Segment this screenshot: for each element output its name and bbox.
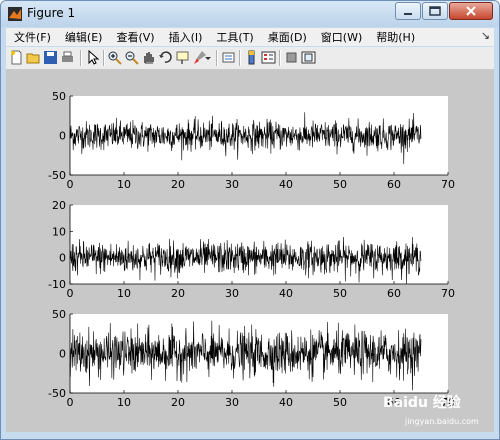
figure-window: Figure 1 文件(F) 编辑(E) 查看(V) 插入(I) 工具(T) 桌… <box>0 0 500 440</box>
data-cursor-icon[interactable] <box>175 50 190 65</box>
zoom-out-icon[interactable] <box>124 50 139 65</box>
link-plot-icon[interactable] <box>221 50 236 65</box>
subplot-2[interactable]: 0 10 20 30 40 50 60 70-1001020 <box>48 199 455 300</box>
insert-colorbar-icon[interactable] <box>244 50 259 65</box>
print-icon[interactable] <box>60 50 75 65</box>
close-icon <box>466 6 476 16</box>
menu-view[interactable]: 查看(V) <box>108 29 160 45</box>
axes-background <box>70 205 448 284</box>
x-tick-label: 40 <box>279 287 293 300</box>
menu-help[interactable]: 帮助(H) <box>368 29 421 45</box>
x-tick-label: 50 <box>333 287 347 300</box>
x-tick-label: 30 <box>225 178 239 191</box>
x-tick-label: 50 <box>333 396 347 409</box>
x-tick-label: 10 <box>117 396 131 409</box>
brush-dropdown-icon[interactable] <box>204 50 212 65</box>
menu-desktop[interactable]: 桌面(D) <box>260 29 313 45</box>
save-icon[interactable] <box>43 50 58 65</box>
menu-window[interactable]: 窗口(W) <box>313 29 368 45</box>
x-tick-label: 40 <box>279 396 293 409</box>
y-tick-label: 0 <box>59 130 66 143</box>
y-tick-label: -50 <box>48 169 66 182</box>
insert-legend-icon[interactable] <box>261 50 276 65</box>
x-tick-label: 40 <box>279 178 293 191</box>
x-tick-label: 20 <box>171 178 185 191</box>
menu-bar: 文件(F) 编辑(E) 查看(V) 插入(I) 工具(T) 桌面(D) 窗口(W… <box>6 28 494 46</box>
x-tick-label: 50 <box>333 178 347 191</box>
x-tick-label: 0 <box>67 287 74 300</box>
menu-file[interactable]: 文件(F) <box>6 29 57 45</box>
open-file-icon[interactable] <box>26 50 41 65</box>
close-button[interactable] <box>449 2 493 20</box>
window-title: Figure 1 <box>27 6 76 20</box>
hide-plot-tools-icon[interactable] <box>284 50 299 65</box>
x-tick-label: 60 <box>387 178 401 191</box>
y-tick-label: -50 <box>48 387 66 400</box>
new-figure-icon[interactable] <box>9 50 24 65</box>
show-plot-tools-icon[interactable] <box>301 50 316 65</box>
subplot-1[interactable]: 0 10 20 30 40 50 60 70-50050 <box>48 90 455 191</box>
toolbar-separator <box>216 50 218 66</box>
maximize-icon <box>429 6 441 16</box>
y-tick-label: 20 <box>52 199 66 212</box>
x-tick-label: 20 <box>171 396 185 409</box>
title-bar[interactable]: Figure 1 <box>1 1 499 27</box>
menu-edit[interactable]: 编辑(E) <box>57 29 109 45</box>
plots-svg[interactable]: 0 10 20 30 40 50 60 70-500500 10 20 30 40 50 60 70-100… <box>6 70 494 432</box>
matlab-app-icon <box>8 7 22 21</box>
x-tick-label: 30 <box>225 287 239 300</box>
x-tick-label: 70 <box>441 287 455 300</box>
zoom-in-icon[interactable] <box>107 50 122 65</box>
watermark-text: Baidu 经验 <box>383 395 461 411</box>
maximize-button[interactable] <box>422 2 448 20</box>
x-tick-label: 20 <box>171 287 185 300</box>
y-tick-label: 0 <box>59 252 66 265</box>
x-tick-label: 70 <box>441 178 455 191</box>
figure-canvas: 0 10 20 30 40 50 60 70 -50 0 50 0 10 20 30 40 50 60 70 -10 0… <box>6 70 494 432</box>
pan-icon[interactable] <box>141 50 156 65</box>
toolbar-separator <box>279 50 281 66</box>
y-tick-label: -10 <box>48 278 66 291</box>
figure-toolbar <box>6 47 494 70</box>
x-tick-label: 10 <box>117 287 131 300</box>
x-tick-label: 0 <box>67 396 74 409</box>
dock-arrow-icon[interactable]: ↘ <box>481 29 490 42</box>
y-tick-label: 50 <box>52 90 66 103</box>
menu-insert[interactable]: 插入(I) <box>161 29 209 45</box>
minimize-icon <box>404 13 412 15</box>
toolbar-separator <box>239 50 241 66</box>
x-tick-label: 60 <box>387 287 401 300</box>
watermark-subtext: jingyan.baidu.com <box>405 417 479 426</box>
y-tick-label: 50 <box>52 308 66 321</box>
y-tick-label: 0 <box>59 348 66 361</box>
menu-tools[interactable]: 工具(T) <box>208 29 259 45</box>
x-tick-label: 30 <box>225 396 239 409</box>
minimize-button[interactable] <box>395 2 421 20</box>
toolbar-separator <box>80 50 82 66</box>
rotate-3d-icon[interactable] <box>158 50 173 65</box>
pointer-icon[interactable] <box>85 50 100 65</box>
y-tick-label: 10 <box>52 225 66 238</box>
x-tick-label: 10 <box>117 178 131 191</box>
x-tick-label: 0 <box>67 178 74 191</box>
toolbar-separator <box>103 50 105 66</box>
